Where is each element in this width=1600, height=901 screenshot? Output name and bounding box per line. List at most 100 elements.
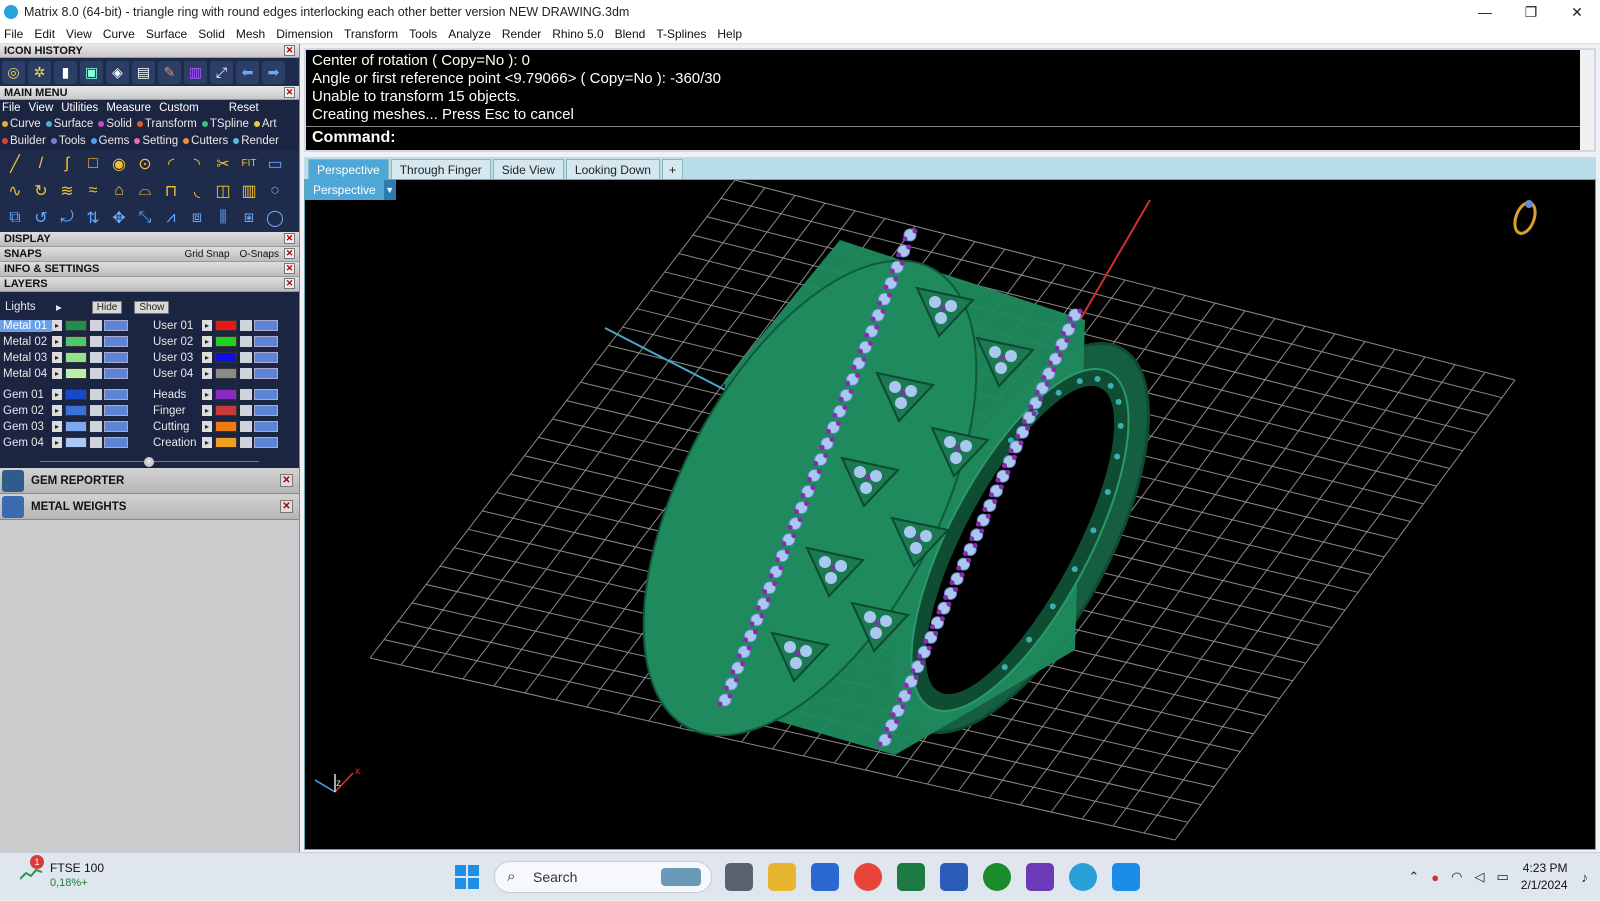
menu-mesh[interactable]: Mesh: [236, 27, 265, 41]
menu-curve[interactable]: Curve: [103, 27, 135, 41]
visibility-toggle[interactable]: [104, 437, 128, 448]
new-document-icon[interactable]: ▮: [54, 60, 77, 84]
gear-tool-icon[interactable]: ✲: [28, 60, 51, 84]
wave-tool-icon[interactable]: ∿: [2, 177, 28, 204]
visibility-toggle[interactable]: [104, 389, 128, 400]
loft-tool-icon[interactable]: ≋: [54, 177, 80, 204]
layer-color-swatch[interactable]: [215, 320, 237, 331]
gem-tool-icon[interactable]: ◈: [106, 60, 129, 84]
expand-arrow-icon[interactable]: ▸: [52, 437, 62, 448]
panel-toggle-icon[interactable]: ○: [262, 177, 288, 204]
close-icon[interactable]: ✕: [284, 263, 295, 274]
minimize-button[interactable]: —: [1462, 0, 1508, 24]
layers-header[interactable]: LAYERS ✕: [0, 277, 299, 292]
flow-tool-icon[interactable]: ⩘: [158, 204, 184, 231]
pen-tool-icon[interactable]: ✎: [158, 60, 181, 84]
grid-snap-toggle[interactable]: Grid Snap: [185, 249, 230, 260]
menu-surface[interactable]: Surface: [146, 27, 187, 41]
expand-arrow-icon[interactable]: ▸: [202, 352, 212, 363]
layer-name[interactable]: User 02: [150, 336, 202, 348]
visibility-toggle[interactable]: [104, 336, 128, 347]
category-builder[interactable]: Builder: [2, 135, 46, 147]
layer-row[interactable]: Metal 01 ▸: [0, 318, 128, 333]
file-explorer-icon[interactable]: [768, 863, 796, 891]
lock-icon[interactable]: [240, 405, 252, 416]
o-snaps-toggle[interactable]: O-Snaps: [240, 249, 279, 260]
icon-history-header[interactable]: ICON HISTORY ✕: [0, 44, 299, 58]
save-icon[interactable]: ▤: [132, 60, 155, 84]
show-button[interactable]: Show: [134, 300, 170, 314]
rotate-tool-icon[interactable]: ↺: [28, 204, 54, 231]
viewport-selector[interactable]: Perspective ▼: [305, 180, 396, 200]
layer-row[interactable]: User 03 ▸: [150, 350, 278, 365]
excel-icon[interactable]: [897, 863, 925, 891]
trim-tool-icon[interactable]: ✂: [210, 150, 236, 177]
mirror-tool-icon[interactable]: ▥: [236, 177, 262, 204]
expand-arrow-icon[interactable]: ▸: [52, 368, 62, 379]
layer-name[interactable]: Finger: [150, 405, 202, 417]
layer-row[interactable]: User 02 ▸: [150, 334, 278, 349]
pointer-tool-icon[interactable]: ⤢: [210, 60, 233, 84]
layer-row[interactable]: Cutting ▸: [150, 419, 278, 434]
visibility-toggle[interactable]: [254, 352, 278, 363]
close-icon[interactable]: ✕: [284, 45, 295, 56]
layer-color-swatch[interactable]: [65, 405, 87, 416]
category-gems[interactable]: Gems: [90, 135, 129, 147]
cylinder-icon[interactable]: ▥: [184, 60, 207, 84]
layer-row[interactable]: Creation ▸: [150, 435, 278, 450]
close-icon[interactable]: ✕: [280, 474, 293, 487]
layer-name[interactable]: Gem 04: [0, 437, 52, 449]
spiral-tool-icon[interactable]: ↻: [28, 177, 54, 204]
layer-name[interactable]: Metal 03: [0, 352, 52, 364]
layer-row[interactable]: Gem 03 ▸: [0, 419, 128, 434]
lock-icon[interactable]: [90, 368, 102, 379]
layer-color-swatch[interactable]: [65, 437, 87, 448]
add-tab-button[interactable]: +: [661, 159, 683, 179]
menu-edit[interactable]: Edit: [34, 27, 55, 41]
lock-icon[interactable]: [240, 352, 252, 363]
category-tools[interactable]: Tools: [50, 135, 86, 147]
matrix-taskbar-icon[interactable]: [1069, 863, 1097, 891]
render-icon[interactable]: ▣: [80, 60, 103, 84]
category-art[interactable]: Art: [253, 118, 277, 130]
visibility-toggle[interactable]: [254, 437, 278, 448]
move-tool-icon[interactable]: ✥: [106, 204, 132, 231]
extrude-tool-icon[interactable]: ⌓: [132, 177, 158, 204]
visibility-toggle[interactable]: [254, 421, 278, 432]
xbox-icon[interactable]: [983, 863, 1011, 891]
split-tool-icon[interactable]: ⫼: [210, 204, 236, 231]
lock-icon[interactable]: [90, 421, 102, 432]
taskbar-search[interactable]: ⌕ Search: [494, 861, 712, 893]
layer-name[interactable]: User 01: [150, 320, 202, 332]
close-icon[interactable]: ✕: [284, 248, 295, 259]
layer-color-swatch[interactable]: [65, 421, 87, 432]
network-warning-icon[interactable]: ●: [1431, 870, 1439, 885]
layer-row[interactable]: Heads ▸: [150, 387, 278, 402]
tab-perspective[interactable]: Perspective: [308, 159, 389, 179]
notification-bell-icon[interactable]: ♪: [1582, 870, 1589, 885]
category-tspline[interactable]: TSpline: [201, 118, 249, 130]
layer-name[interactable]: Gem 03: [0, 421, 52, 433]
lock-icon[interactable]: [240, 389, 252, 400]
close-icon[interactable]: ✕: [280, 500, 293, 513]
menu-analyze[interactable]: Analyze: [448, 27, 491, 41]
close-icon[interactable]: ✕: [284, 87, 295, 98]
lock-icon[interactable]: [240, 336, 252, 347]
app-icon[interactable]: [1112, 863, 1140, 891]
layer-color-swatch[interactable]: [215, 352, 237, 363]
visibility-toggle[interactable]: [104, 320, 128, 331]
visibility-toggle[interactable]: [104, 352, 128, 363]
revolve-tool-icon[interactable]: ⊓: [158, 177, 184, 204]
category-solid[interactable]: Solid: [98, 118, 132, 130]
collapse-icon[interactable]: ▾: [144, 457, 154, 467]
layer-color-swatch[interactable]: [215, 368, 237, 379]
layer-name[interactable]: Metal 04: [0, 368, 52, 380]
expand-arrow-icon[interactable]: ▸: [52, 352, 62, 363]
lock-icon[interactable]: [90, 336, 102, 347]
polyline-tool-icon[interactable]: ╱: [2, 150, 28, 177]
close-button[interactable]: ✕: [1554, 0, 1600, 24]
store-icon[interactable]: [811, 863, 839, 891]
category-transform[interactable]: Transform: [136, 118, 197, 130]
ring-tool-icon[interactable]: ◯: [262, 204, 288, 231]
layer-name[interactable]: User 03: [150, 352, 202, 364]
